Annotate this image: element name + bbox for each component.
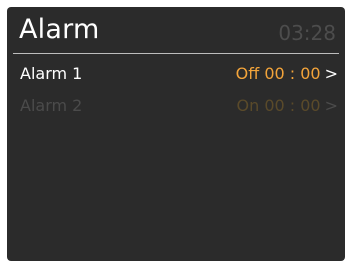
alarm-1-label: Alarm 1 xyxy=(20,64,83,83)
alarm-2-time: 00 : 00 xyxy=(264,96,321,115)
chevron-right-icon: > xyxy=(324,96,338,115)
header: Alarm 03:28 xyxy=(7,7,345,53)
alarm-1-time: 00 : 00 xyxy=(264,64,321,83)
chevron-right-icon: > xyxy=(324,64,338,83)
alarm-2-state: On xyxy=(236,96,260,115)
alarm-screen: Alarm 03:28 Alarm 1 Off 00 : 00 > Alarm 2… xyxy=(7,7,345,261)
alarm-1-row[interactable]: Alarm 1 Off 00 : 00 > xyxy=(7,62,345,86)
alarm-1-value: Off 00 : 00 > xyxy=(236,64,338,84)
clock: 03:28 xyxy=(278,21,336,45)
header-divider xyxy=(13,53,339,54)
alarm-1-state: Off xyxy=(235,64,260,83)
alarm-2-value: On 00 : 00 > xyxy=(236,96,338,116)
alarm-2-row[interactable]: Alarm 2 On 00 : 00 > xyxy=(7,94,345,118)
page-title: Alarm xyxy=(19,14,100,45)
alarm-2-label: Alarm 2 xyxy=(20,96,83,115)
